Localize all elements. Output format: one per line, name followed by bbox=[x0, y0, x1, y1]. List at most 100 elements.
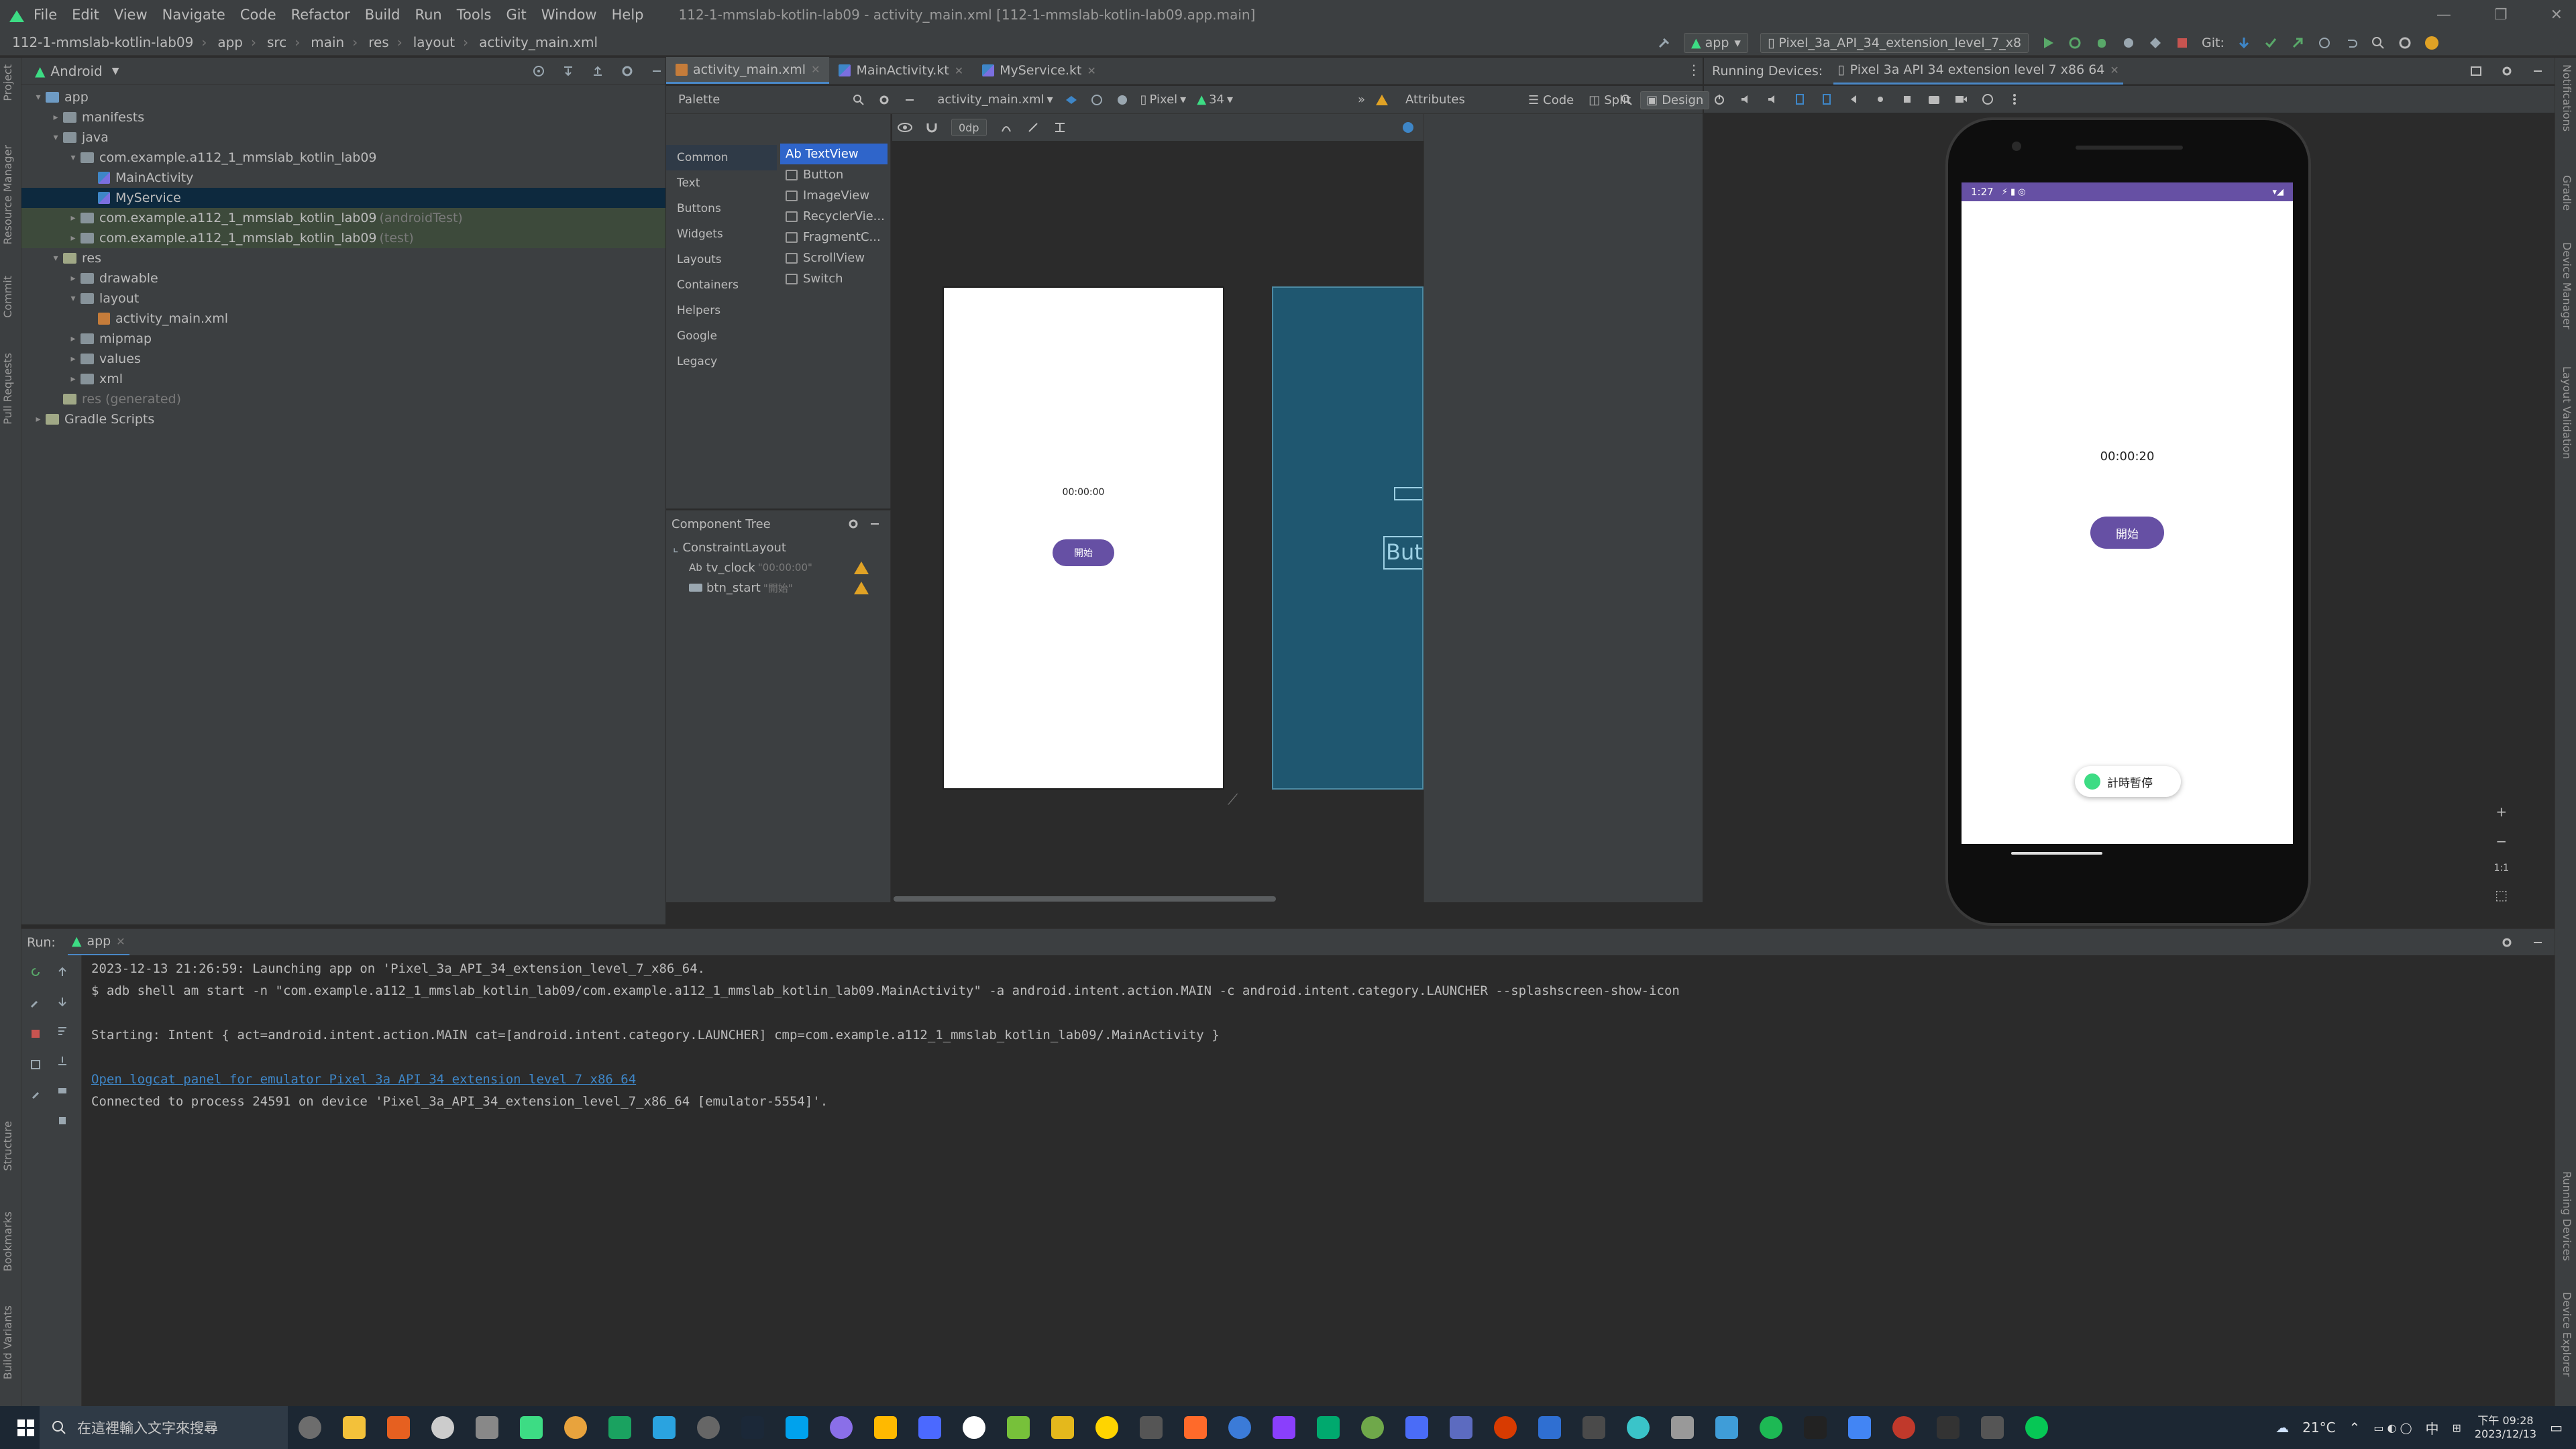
breadcrumb-item[interactable]: main bbox=[311, 34, 344, 50]
clock-time[interactable]: 下午 09:28 bbox=[2477, 1414, 2533, 1428]
help-icon[interactable] bbox=[1401, 120, 1415, 135]
apply-changes-icon[interactable] bbox=[2068, 36, 2082, 50]
expand-arrow-icon[interactable]: ▸ bbox=[66, 213, 80, 223]
minimize-button[interactable]: — bbox=[2436, 7, 2451, 23]
gear-icon[interactable] bbox=[620, 64, 635, 78]
taskbar-app-icon[interactable] bbox=[1095, 1416, 1118, 1439]
palette-hide-icon[interactable] bbox=[902, 93, 917, 107]
run-app-tab[interactable]: ▲ app ✕ bbox=[67, 929, 129, 956]
device-explorer-tool-tab[interactable]: Device Explorer bbox=[2561, 1292, 2573, 1377]
editor-tab[interactable]: activity_main.xml ✕ bbox=[666, 57, 830, 84]
gradle-tool-tab[interactable]: Gradle bbox=[2561, 175, 2573, 211]
run-gear-icon[interactable] bbox=[2500, 935, 2514, 950]
project-tree-row[interactable]: ▸ mipmap bbox=[21, 329, 665, 349]
breadcrumb-item[interactable]: 112-1-mmslab-kotlin-lab09 bbox=[12, 34, 193, 50]
taskbar-app-icon[interactable] bbox=[830, 1416, 853, 1439]
expand-arrow-icon[interactable]: ▸ bbox=[66, 273, 80, 284]
project-tree-row[interactable]: ▸ Gradle Scripts bbox=[21, 409, 665, 429]
zoom-out-icon[interactable]: − bbox=[2496, 833, 2507, 849]
git-push-icon[interactable] bbox=[2290, 36, 2305, 50]
palette-item[interactable]: FragmentC... bbox=[780, 227, 888, 248]
run-console[interactable]: 2023-12-13 21:26:59: Launching app on 'P… bbox=[82, 955, 2555, 1406]
project-tree-row[interactable]: ▸ drawable bbox=[21, 268, 665, 288]
layout-icon[interactable] bbox=[28, 1057, 43, 1072]
taskbar-app-icon[interactable] bbox=[1892, 1416, 1915, 1439]
taskbar-app-icon[interactable] bbox=[1273, 1416, 1295, 1439]
clear-constraints-icon[interactable] bbox=[999, 120, 1014, 135]
weather-temp[interactable]: 21°C bbox=[2302, 1419, 2335, 1436]
menu-refactor[interactable]: Refactor bbox=[291, 7, 350, 23]
taskbar-app-icon[interactable] bbox=[1582, 1416, 1605, 1439]
blueprint-tv-clock[interactable] bbox=[1394, 487, 1422, 500]
blueprint-btn-start[interactable]: Butt bbox=[1383, 536, 1422, 570]
layout-file-select[interactable]: activity_main.xml ▾ bbox=[937, 93, 1053, 107]
menu-view[interactable]: View bbox=[114, 7, 148, 23]
close-window-button[interactable]: ✕ bbox=[2551, 7, 2563, 23]
expand-arrow-icon[interactable]: ▾ bbox=[48, 132, 63, 143]
palette-category[interactable]: Legacy bbox=[666, 349, 777, 374]
bookmarks-tool-tab[interactable]: Bookmarks bbox=[1, 1212, 14, 1271]
notification-center-icon[interactable]: ▭ bbox=[2550, 1419, 2563, 1436]
expand-arrow-icon[interactable]: ▸ bbox=[66, 374, 80, 384]
taskbar-app-icon[interactable] bbox=[520, 1416, 543, 1439]
chevron-down-icon[interactable]: ▼ bbox=[112, 66, 119, 76]
close-tab-icon[interactable]: ✕ bbox=[1087, 64, 1095, 77]
project-tool-tab[interactable]: Project bbox=[1, 64, 14, 101]
taskbar-app-icon[interactable] bbox=[1450, 1416, 1472, 1439]
night-mode-icon[interactable] bbox=[1115, 93, 1130, 107]
scroll-to-end-icon[interactable] bbox=[55, 1053, 70, 1068]
app-start-button[interactable]: 開始 bbox=[2090, 517, 2164, 549]
taskbar-app-icon[interactable] bbox=[1671, 1416, 1694, 1439]
taskbar-app-icon[interactable] bbox=[1228, 1416, 1251, 1439]
palette-category[interactable]: Layouts bbox=[666, 247, 777, 272]
taskbar-app-icon[interactable] bbox=[963, 1416, 985, 1439]
blueprint-preview-screen[interactable]: Butt bbox=[1272, 286, 1424, 790]
menu-tools[interactable]: Tools bbox=[457, 7, 492, 23]
hide-panel-icon[interactable] bbox=[649, 64, 664, 78]
default-margin-select[interactable]: 0dp bbox=[951, 119, 987, 136]
taskbar-app-icon[interactable] bbox=[874, 1416, 897, 1439]
expand-arrow-icon[interactable]: ▸ bbox=[66, 354, 80, 364]
palette-category[interactable]: Buttons bbox=[666, 196, 777, 221]
palette-gear-icon[interactable] bbox=[877, 93, 892, 107]
tray-chevron-icon[interactable]: ⌃ bbox=[2349, 1419, 2361, 1436]
view-mode-split[interactable]: ◫ Split bbox=[1583, 92, 1636, 109]
taskbar-app-icon[interactable] bbox=[741, 1416, 764, 1439]
zoom-actual-size[interactable]: 1:1 bbox=[2493, 863, 2509, 873]
taskbar-app-icon[interactable] bbox=[1405, 1416, 1428, 1439]
taskbar-app-icon[interactable] bbox=[1538, 1416, 1561, 1439]
expand-arrow-icon[interactable]: ▸ bbox=[66, 333, 80, 344]
run-icon[interactable] bbox=[2041, 36, 2055, 50]
design-btn-start[interactable]: 開始 bbox=[1053, 539, 1114, 566]
show-system-ui-eye-icon[interactable] bbox=[898, 120, 912, 135]
expand-arrow-icon[interactable]: ▾ bbox=[66, 293, 80, 304]
palette-category[interactable]: Helpers bbox=[666, 298, 777, 323]
taskbar-search-box[interactable]: 在這裡輸入文字來搜尋 bbox=[40, 1406, 288, 1449]
menu-navigate[interactable]: Navigate bbox=[162, 7, 225, 23]
zoom-in-icon[interactable]: + bbox=[2496, 804, 2507, 820]
view-mode-code[interactable]: ☰ Code bbox=[1523, 92, 1579, 109]
palette-item[interactable]: ScrollView bbox=[780, 248, 888, 268]
pin-icon[interactable] bbox=[28, 1088, 43, 1103]
editor-tab[interactable]: MainActivity.kt ✕ bbox=[829, 57, 973, 84]
clock-date[interactable]: 2023/12/13 bbox=[2475, 1428, 2536, 1441]
palette-item[interactable]: RecyclerVie... bbox=[780, 206, 888, 227]
running-devices-tool-tab[interactable]: Running Devices bbox=[2561, 1171, 2573, 1261]
palette-item[interactable]: Switch bbox=[780, 268, 888, 289]
breadcrumb-item[interactable]: activity_main.xml bbox=[479, 34, 598, 50]
more-tabs-icon[interactable]: ⋮ bbox=[1687, 62, 1701, 78]
menu-edit[interactable]: Edit bbox=[72, 7, 99, 23]
build-variants-tool-tab[interactable]: Build Variants bbox=[1, 1305, 14, 1379]
account-icon[interactable] bbox=[2424, 36, 2439, 50]
project-tree-row[interactable]: ▸ com.example.a112_1_mmslab_kotlin_lab09(… bbox=[21, 208, 665, 228]
ime-indicator[interactable]: 中 bbox=[2425, 1418, 2438, 1438]
project-tree-row[interactable]: ▸ manifests bbox=[21, 107, 665, 127]
taskbar-app-icon[interactable] bbox=[299, 1416, 321, 1439]
hammer-icon[interactable] bbox=[1657, 36, 1672, 50]
palette-item[interactable]: ImageView bbox=[780, 185, 888, 206]
taskbar-app-icon[interactable] bbox=[1184, 1416, 1207, 1439]
palette-item[interactable]: Ab TextView bbox=[780, 144, 888, 164]
expand-arrow-icon[interactable]: ▾ bbox=[31, 92, 46, 103]
git-update-icon[interactable] bbox=[2237, 36, 2251, 50]
taskbar-app-icon[interactable] bbox=[697, 1416, 720, 1439]
